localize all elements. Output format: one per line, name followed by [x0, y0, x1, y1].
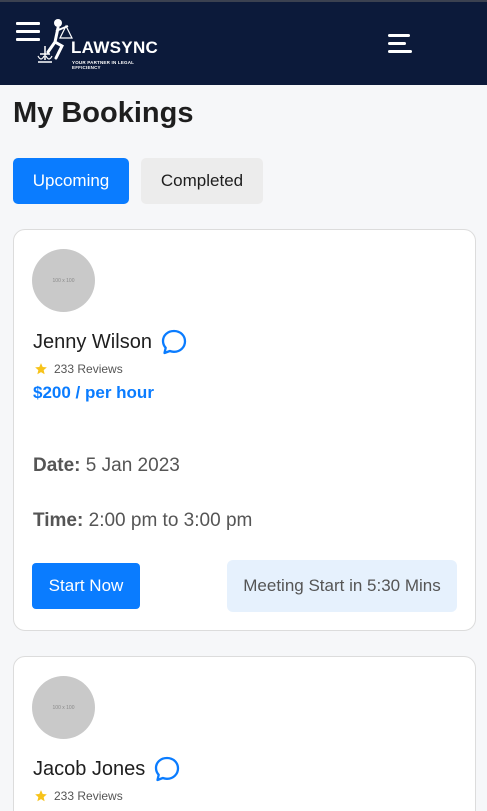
avatar: 100 x 100 — [32, 676, 95, 739]
star-icon — [35, 790, 47, 802]
brand-name: LAWSYNC — [71, 38, 159, 57]
time-value: 2:00 pm to 3:00 pm — [88, 510, 253, 531]
chat-bubble-icon[interactable] — [153, 755, 181, 783]
booking-card: 100 x 100 Jacob Jones 233 Reviews — [13, 656, 476, 811]
page-title: My Bookings — [13, 97, 194, 129]
menu-icon[interactable] — [386, 34, 414, 56]
lawyer-name-row: Jenny Wilson — [33, 328, 188, 356]
brand-logo[interactable]: LAWSYNC YOUR PARTNER IN LEGAL EFFICIENCY — [36, 16, 159, 72]
chat-bubble-icon[interactable] — [160, 328, 188, 356]
tab-upcoming[interactable]: Upcoming — [13, 158, 129, 204]
reviews-count: 233 Reviews — [54, 362, 123, 376]
brand-tagline: YOUR PARTNER IN LEGAL EFFICIENCY — [72, 60, 135, 70]
reviews-count: 233 Reviews — [54, 789, 123, 803]
meeting-status-badge: Meeting Start in 5:30 Mins — [227, 560, 457, 612]
lawyer-name-row: Jacob Jones — [33, 755, 181, 783]
hourly-price: $200 / per hour — [33, 383, 154, 402]
avatar-placeholder-text: 100 x 100 — [52, 704, 75, 711]
avatar: 100 x 100 — [32, 249, 95, 312]
lawyer-name: Jenny Wilson — [33, 330, 152, 353]
booking-time: Time: 2:00 pm to 3:00 pm — [33, 510, 252, 532]
time-label: Time: — [33, 510, 84, 531]
top-bar: LAWSYNC YOUR PARTNER IN LEGAL EFFICIENCY — [0, 0, 487, 85]
date-value: 5 Jan 2023 — [85, 455, 180, 476]
rating: 233 Reviews — [34, 789, 123, 803]
booking-date: Date: 5 Jan 2023 — [33, 455, 180, 477]
lawyer-scales-logo — [37, 19, 73, 63]
star-icon — [35, 363, 47, 375]
lawyer-name: Jacob Jones — [33, 757, 146, 780]
booking-card: 100 x 100 Jenny Wilson 233 Reviews $200 … — [13, 229, 476, 631]
avatar-placeholder-text: 100 x 100 — [52, 277, 75, 284]
date-label: Date: — [33, 455, 81, 476]
start-now-button[interactable]: Start Now — [32, 563, 140, 609]
rating: 233 Reviews — [34, 362, 123, 376]
tab-completed[interactable]: Completed — [141, 158, 263, 204]
